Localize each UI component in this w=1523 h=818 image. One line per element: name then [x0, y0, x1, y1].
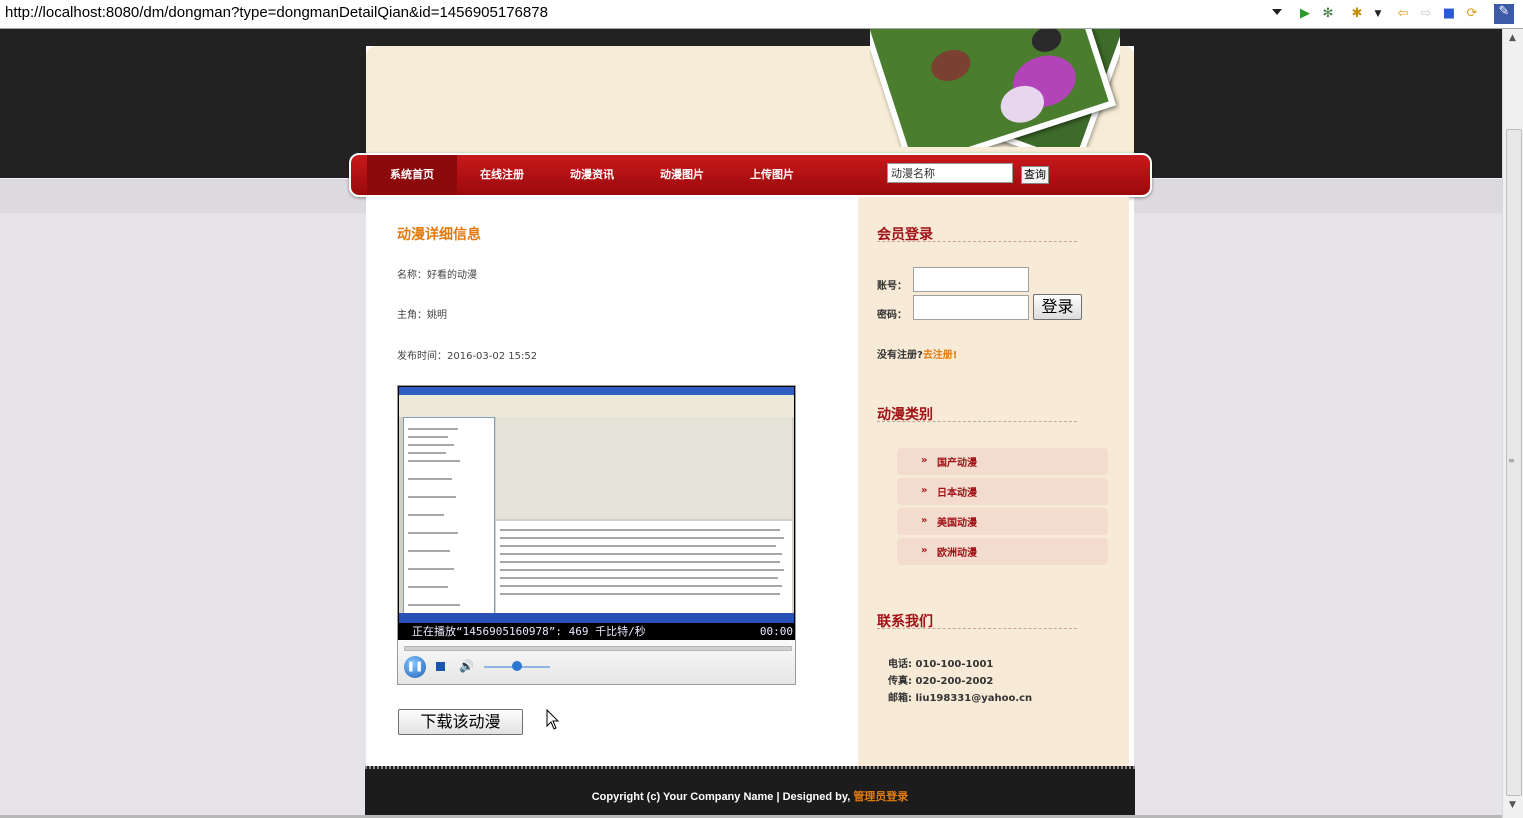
category-item-usa[interactable]: » 美国动漫	[897, 508, 1108, 535]
copyright-text: Copyright (c) Your Company Name | Design…	[591, 791, 851, 803]
url-field[interactable]: http://localhost:8080/dm/dongman?type=do…	[5, 4, 548, 21]
footer-divider	[365, 766, 1135, 769]
footer-copyright: Copyright (c) Your Company Name | Design…	[365, 788, 1135, 804]
nav-item-pictures[interactable]: 动漫图片	[637, 155, 727, 195]
volume-icon[interactable]: 🔊	[459, 659, 474, 673]
login-heading-divider	[877, 241, 1077, 242]
detail-heading: 动漫详细信息	[397, 227, 481, 243]
category-item-china[interactable]: » 国产动漫	[897, 448, 1108, 475]
lead-field: 主角：姚明	[397, 306, 447, 321]
back-icon[interactable]: ⇦	[1395, 6, 1411, 22]
category-item-japan[interactable]: » 日本动漫	[897, 478, 1108, 505]
mouse-cursor-icon	[546, 709, 560, 730]
account-label: 账号：	[877, 281, 907, 292]
main-nav: 系统首页 在线注册 动漫资讯 动漫图片 上传图片 动漫名称 查询	[349, 153, 1152, 197]
stop-icon[interactable]	[436, 662, 445, 671]
search-input[interactable]: 动漫名称	[887, 163, 1013, 183]
video-player[interactable]: 正在播放“1456905160978”: 469 千比特/秒 00:00 ❚❚ …	[397, 385, 796, 685]
player-controls: ❚❚ 🔊	[398, 640, 795, 684]
name-value: 好看的动漫	[427, 270, 477, 281]
nav-item-news[interactable]: 动漫资讯	[547, 155, 637, 195]
scroll-up-icon[interactable]: ▲	[1503, 33, 1522, 43]
category-label: 国产动漫	[937, 458, 977, 469]
category-label: 欧洲动漫	[937, 548, 977, 559]
run-icon[interactable]: ▶	[1297, 6, 1313, 22]
category-heading-divider	[877, 421, 1077, 422]
time-field: 发布时间：2016-03-02 15:52	[397, 347, 537, 362]
nav-item-upload[interactable]: 上传图片	[727, 155, 817, 195]
player-seek-bar[interactable]	[404, 646, 792, 651]
tools-icon[interactable]: ✱	[1349, 6, 1365, 22]
forward-icon[interactable]: ⇨	[1418, 6, 1434, 22]
lead-label: 主角：	[397, 310, 427, 321]
vertical-scrollbar[interactable]: ▲ ≡ ▼	[1502, 29, 1523, 818]
admin-login-link[interactable]: 管理员登录	[853, 791, 908, 803]
nav-item-home[interactable]: 系统首页	[367, 155, 457, 195]
contact-fax: 传真: 020-200-2002	[888, 676, 994, 687]
nav-item-register[interactable]: 在线注册	[457, 155, 547, 195]
password-input[interactable]	[913, 295, 1029, 320]
register-prompt: 没有注册?去注册!	[877, 346, 957, 361]
lead-value: 姚明	[427, 310, 447, 321]
category-item-europe[interactable]: » 欧洲动漫	[897, 538, 1108, 565]
contact-phone: 电话: 010-100-1001	[888, 659, 994, 670]
site-footer: Copyright (c) Your Company Name | Design…	[365, 766, 1135, 818]
register-prompt-text: 没有注册?	[877, 350, 923, 361]
double-arrow-icon: »	[921, 485, 928, 496]
stop-icon[interactable]: ■	[1441, 6, 1457, 22]
refresh-icon[interactable]: ⟳	[1464, 6, 1480, 22]
category-label: 美国动漫	[937, 518, 977, 529]
time-label: 发布时间：	[397, 351, 447, 362]
time-value: 2016-03-02 15:52	[447, 351, 538, 362]
login-button[interactable]: 登录	[1033, 294, 1082, 320]
contact-email: 邮箱: liu198331@yahoo.cn	[888, 693, 1033, 704]
debug-icon[interactable]: ✻	[1320, 6, 1336, 22]
scrollbar-grip-icon: ≡	[1508, 456, 1515, 465]
account-input[interactable]	[913, 267, 1029, 292]
download-button[interactable]: 下载该动漫	[398, 709, 523, 735]
player-status-text: 正在播放“1456905160978”: 469 千比特/秒	[412, 625, 646, 638]
double-arrow-icon: »	[921, 515, 928, 526]
register-link[interactable]: 去注册!	[923, 350, 958, 361]
scroll-down-icon[interactable]: ▼	[1503, 800, 1522, 810]
browser-address-bar: http://localhost:8080/dm/dongman?type=do…	[0, 0, 1523, 29]
name-field: 名称：好看的动漫	[397, 266, 477, 281]
pause-icon[interactable]: ❚❚	[404, 656, 426, 678]
url-dropdown-icon[interactable]	[1272, 9, 1282, 15]
video-frame	[399, 387, 794, 623]
browser-app-icon[interactable]: ✎	[1494, 4, 1514, 24]
contact-heading-divider	[877, 628, 1077, 629]
double-arrow-icon: »	[921, 455, 928, 466]
double-arrow-icon: »	[921, 545, 928, 556]
password-label: 密码：	[877, 310, 907, 321]
chevron-down-icon[interactable]: ▼	[1370, 6, 1386, 22]
player-status-bar: 正在播放“1456905160978”: 469 千比特/秒 00:00	[398, 624, 795, 640]
name-label: 名称：	[397, 270, 427, 281]
volume-knob[interactable]	[512, 661, 522, 671]
player-time: 00:00	[759, 625, 793, 638]
search-button[interactable]: 查询	[1021, 166, 1049, 184]
header-photo-collage	[870, 29, 1120, 147]
category-label: 日本动漫	[937, 488, 977, 499]
